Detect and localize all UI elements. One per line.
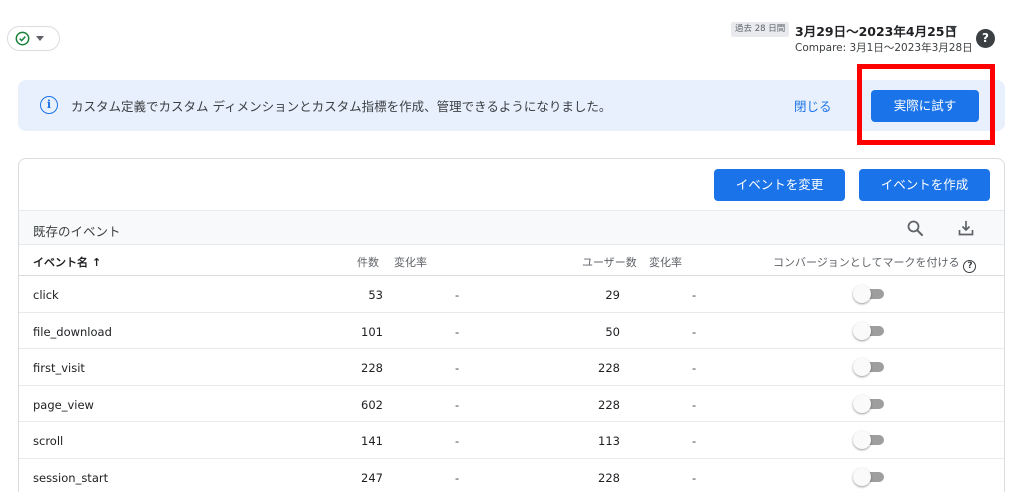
count-change-cell: - [455, 470, 460, 485]
table-row: first_visit 228 - 228 - [19, 349, 1004, 386]
sort-ascending-icon: ↑ [92, 256, 102, 269]
existing-events-bar: 既存のイベント [19, 210, 1004, 245]
users-cell: 113 [598, 434, 620, 448]
table-row: scroll 141 - 113 - [19, 422, 1004, 459]
table-row: click 53 - 29 - [19, 276, 1004, 313]
event-name-cell: scroll [33, 434, 64, 448]
users-change-cell: - [692, 397, 697, 412]
events-card: イベントを変更 イベントを作成 既存のイベント イベント名 ↑ 件数 変化率 ユー… [18, 158, 1005, 492]
toggle-knob [853, 394, 871, 413]
download-icon[interactable] [957, 219, 975, 237]
highlight-annotation [857, 64, 995, 145]
conversion-toggle[interactable] [853, 431, 885, 449]
table-row: page_view 602 - 228 - [19, 386, 1004, 422]
column-users-change[interactable]: 変化率 [649, 254, 682, 270]
conversion-toggle[interactable] [853, 358, 885, 376]
toggle-knob [853, 467, 871, 486]
toggle-knob [853, 321, 871, 340]
users-change-cell: - [692, 470, 697, 485]
count-change-cell: - [455, 324, 460, 339]
column-count[interactable]: 件数 [357, 254, 379, 270]
section-title: 既存のイベント [33, 224, 121, 239]
event-name-cell: session_start [33, 470, 109, 485]
count-cell: 53 [368, 288, 383, 302]
create-event-button[interactable]: イベントを作成 [859, 169, 990, 201]
compare-range: Compare: 3月1日～2023年3月28日 [795, 42, 973, 54]
conversion-toggle[interactable] [853, 321, 885, 340]
users-change-cell: - [692, 324, 697, 339]
users-change-cell: - [692, 288, 697, 302]
count-cell: 141 [361, 434, 383, 448]
check-circle-icon [15, 31, 30, 46]
table-row: file_download 101 - 50 - [19, 313, 1004, 349]
toggle-knob [853, 285, 871, 303]
users-cell: 228 [598, 361, 620, 375]
column-conversion: コンバージョンとしてマークを付ける? [773, 254, 977, 273]
modify-event-button[interactable]: イベントを変更 [714, 169, 845, 201]
users-cell: 228 [598, 397, 620, 412]
banner-message: カスタム定義でカスタム ディメンションとカスタム指標を作成、管理できるようになり… [71, 99, 612, 114]
count-cell: 228 [361, 361, 383, 375]
count-change-cell: - [455, 397, 460, 412]
count-cell: 602 [361, 397, 383, 412]
count-change-cell: - [455, 434, 460, 448]
toggle-knob [853, 431, 871, 449]
info-icon: i [40, 96, 58, 114]
table-header: イベント名 ↑ 件数 変化率 ユーザー数 変化率 コンバージョンとしてマークを付け… [19, 245, 1004, 276]
table-row: session_start 247 - 228 - [19, 459, 1004, 492]
search-icon[interactable] [906, 219, 924, 237]
event-name-cell: first_visit [33, 361, 85, 375]
column-users[interactable]: ユーザー数 [582, 254, 637, 270]
event-name-cell: click [33, 288, 59, 302]
count-cell: 247 [361, 470, 383, 485]
date-range-badge: 過去 28 日間 [731, 22, 790, 37]
column-count-change[interactable]: 変化率 [394, 254, 427, 270]
caret-down-icon [36, 36, 44, 41]
users-cell: 50 [605, 324, 620, 339]
date-range-picker[interactable]: 3月29日～2023年4月25日 [795, 21, 957, 40]
users-cell: 29 [605, 288, 620, 302]
close-banner-link[interactable]: 閉じる [794, 96, 832, 115]
count-cell: 101 [361, 324, 383, 339]
users-cell: 228 [598, 470, 620, 485]
conversion-help-icon[interactable]: ? [963, 260, 977, 273]
users-change-cell: - [692, 434, 697, 448]
column-event-name[interactable]: イベント名 ↑ [33, 254, 101, 270]
table-body: click 53 - 29 - file_download 101 - 50 -… [19, 276, 1004, 492]
count-change-cell: - [455, 361, 460, 375]
event-name-cell: file_download [33, 324, 112, 339]
toggle-knob [853, 358, 871, 376]
conversion-toggle[interactable] [853, 285, 885, 303]
date-range-caret-icon[interactable] [949, 26, 957, 31]
status-dropdown[interactable] [7, 26, 60, 51]
conversion-toggle[interactable] [853, 394, 885, 413]
event-name-cell: page_view [33, 397, 94, 412]
help-icon[interactable]: ? [976, 29, 995, 48]
users-change-cell: - [692, 361, 697, 375]
count-change-cell: - [455, 288, 460, 302]
conversion-toggle[interactable] [853, 467, 885, 486]
